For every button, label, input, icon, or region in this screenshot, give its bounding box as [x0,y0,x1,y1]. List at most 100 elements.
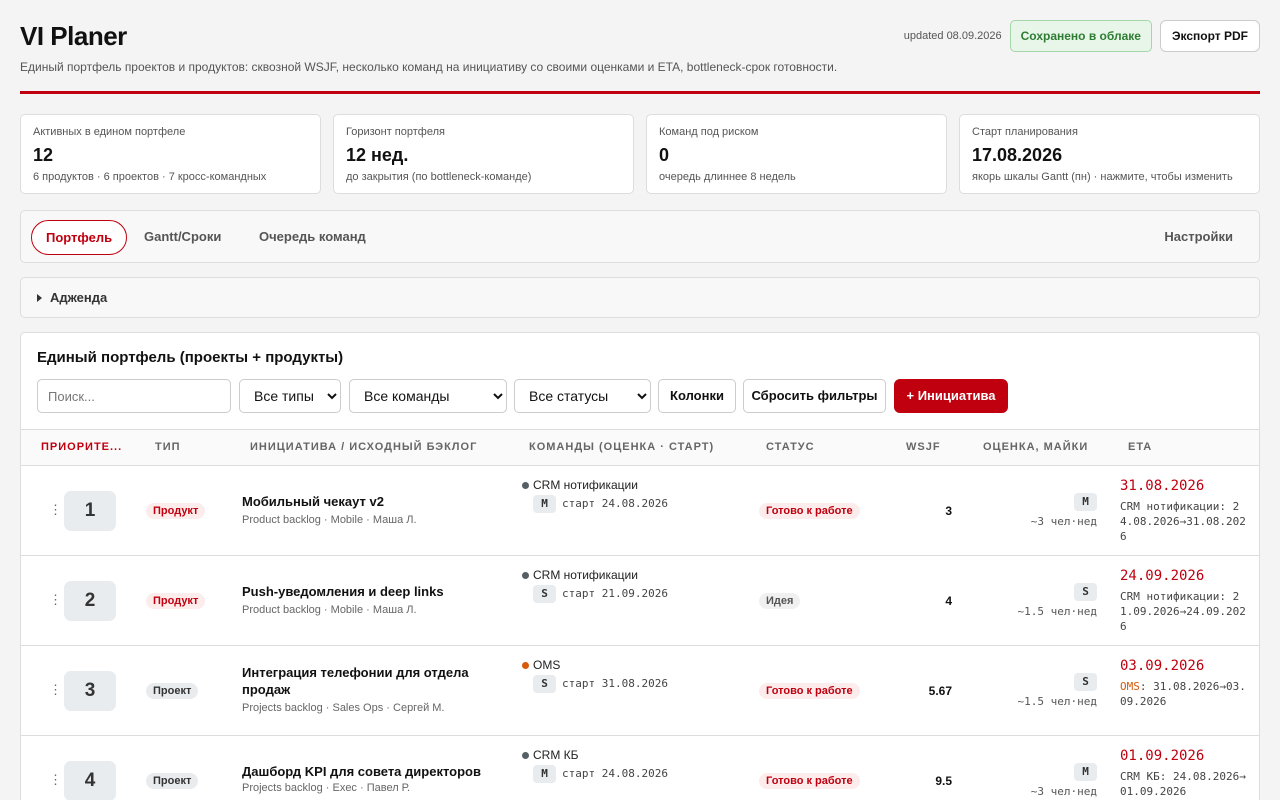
portfolio-title: Единый портфель (проекты + продукты) [37,349,344,366]
tab-team-queue[interactable]: Очередь команд [259,220,366,255]
status-filter-select[interactable]: Все статусы [514,379,651,413]
caret-right-icon [37,294,42,302]
team-name: CRM КБ [533,748,579,762]
type-filter-select[interactable]: Все типы [239,379,341,413]
kpi-value: 12 [33,145,54,165]
initiative-meta: Product backlog · Mobile · Маша Л. [242,604,417,616]
eta-detail: OMS: 31.08.2026→03.09.2026 [1120,680,1246,708]
team-color-dot [522,482,529,489]
status-badge: Готово к работе [759,683,860,699]
team-size-chip: M [533,765,556,783]
updated-timestamp: updated 08.09.2026 [903,30,1002,42]
export-pdf-button[interactable]: Экспорт PDF [1159,20,1260,52]
kpi-label: Старт планирования [972,126,1078,138]
team-size-chip: S [533,675,556,693]
col-type[interactable]: ТИП [155,441,181,453]
app-title: VI Planer [20,21,127,51]
col-initiative[interactable]: ИНИЦИАТИВА / ИСХОДНЫЙ БЭКЛОГ [250,441,477,453]
drag-handle-icon[interactable]: ⋮ [49,502,62,518]
main-tabs: Портфель Gantt/Сроки Очередь команд Наст… [20,210,1260,263]
wsjf-value: 9.5 [935,774,952,788]
drag-handle-icon[interactable]: ⋮ [49,592,62,608]
team-start-date: старт 31.08.2026 [562,677,668,690]
col-status[interactable]: СТАТУС [766,441,815,453]
team-name: CRM нотификации [533,568,638,582]
kpi-note: до закрытия (по bottleneck-команде) [346,171,532,183]
col-wsjf[interactable]: WSJF [906,441,941,453]
col-eta[interactable]: ETA [1128,441,1152,453]
search-input[interactable] [37,379,231,413]
initiative-meta: Product backlog · Mobile · Маша Л. [242,514,417,526]
table-row[interactable]: ⋮ 3 Проект Интеграция телефонии для отде… [21,646,1259,736]
columns-button[interactable]: Колонки [658,379,736,413]
priority-rank: 2 [64,581,116,621]
tab-settings[interactable]: Настройки [1164,220,1233,255]
add-initiative-button[interactable]: + Инициатива [894,379,1008,413]
wsjf-value: 4 [945,594,952,608]
team-size-chip: M [533,495,556,513]
app-subtitle: Единый портфель проектов и продуктов: ск… [20,60,838,74]
eta-team: OMS [1120,680,1140,693]
table-row[interactable]: ⋮ 1 Продукт Мобильный чекаут v2 Product … [21,466,1259,556]
col-estimate[interactable]: ОЦЕНКА, МАЙКИ [983,441,1088,453]
priority-rank: 4 [64,761,116,800]
type-badge: Проект [146,773,199,789]
header-actions: updated 08.09.2026 Сохранено в облаке Эк… [904,20,1260,52]
drag-handle-icon[interactable]: ⋮ [49,682,62,698]
priority-rank: 3 [64,671,116,711]
initiative-title[interactable]: Дашборд KPI для совета директоров [242,763,482,780]
team-name: OMS [533,658,561,672]
tab-gantt[interactable]: Gantt/Сроки [144,220,221,255]
tab-portfolio[interactable]: Портфель [31,220,128,255]
initiative-meta: Projects backlog · Sales Ops · Сергей М. [242,702,445,714]
eta-detail: CRM КБ: 24.08.2026→01.09.2026 [1120,770,1246,798]
initiative-title[interactable]: Push-уведомления и deep links [242,583,482,600]
drag-handle-icon[interactable]: ⋮ [49,772,62,788]
team-start-date: старт 21.09.2026 [562,587,668,600]
eta-team: CRM нотификации [1120,500,1220,513]
team-start-date: старт 24.08.2026 [562,767,668,780]
agenda-toggle[interactable]: Адженда [20,277,1260,318]
kpi-note: 6 продуктов · 6 проектов · 7 кросс-коман… [33,171,267,183]
estimate-size-chip: M [1074,493,1097,511]
kpi-label: Команд под риском [659,126,759,138]
eta-team: CRM нотификации [1120,590,1220,603]
eta-date: 01.09.2026 [1120,748,1205,764]
initiative-title[interactable]: Интеграция телефонии для отдела продаж [242,664,482,698]
status-badge: Готово к работе [759,503,860,519]
eta-date: 31.08.2026 [1120,478,1205,494]
status-badge: Идея [759,593,801,609]
kpi-label: Активных в едином портфеле [33,126,186,138]
kpi-label: Горизонт портфеля [346,126,445,138]
eta-detail: CRM нотификации: 21.09.2026→24.09.2026 [1120,590,1246,633]
estimate-size-chip: S [1074,673,1097,691]
agenda-label: Адженда [50,290,108,305]
team-filter-select[interactable]: Все команды [349,379,507,413]
wsjf-value: 3 [945,504,952,518]
kpi-value: 0 [659,145,670,165]
type-badge: Продукт [146,593,206,609]
col-teams[interactable]: КОМАНДЫ (ОЦЕНКА · СТАРТ) [529,441,714,453]
table-row[interactable]: ⋮ 4 Проект Дашборд KPI для совета директ… [21,736,1259,800]
page-header: VI Planer Единый портфель проектов и про… [20,20,1260,94]
type-badge: Продукт [146,503,206,519]
estimate-size-chip: M [1074,763,1097,781]
initiative-title[interactable]: Мобильный чекаут v2 [242,493,482,510]
team-name: CRM нотификации [533,478,638,492]
portfolio-panel: Единый портфель (проекты + продукты) Все… [20,332,1260,800]
kpi-note: очередь длиннее 8 недель [659,171,796,183]
table-row[interactable]: ⋮ 2 Продукт Push-уведомления и deep link… [21,556,1259,646]
saved-status-badge: Сохранено в облаке [1009,20,1152,52]
kpi-card-horizon: Горизонт портфеля 12 нед. до закрытия (п… [333,114,634,194]
team-size-chip: S [533,585,556,603]
status-badge: Готово к работе [759,773,860,789]
reset-filters-button[interactable]: Сбросить фильтры [743,379,886,413]
eta-date: 03.09.2026 [1120,658,1205,674]
team-color-dot [522,662,529,669]
kpi-card-planning-start[interactable]: Старт планирования 17.08.2026 якорь шкал… [959,114,1260,194]
estimate-note: ~3 чел·нед [1030,515,1097,528]
priority-rank: 1 [64,491,116,531]
estimate-note: ~1.5 чел·нед [1017,695,1097,708]
col-priority[interactable]: ПРИОРИТЕ... [41,441,122,453]
estimate-note: ~1.5 чел·нед [1017,605,1097,618]
